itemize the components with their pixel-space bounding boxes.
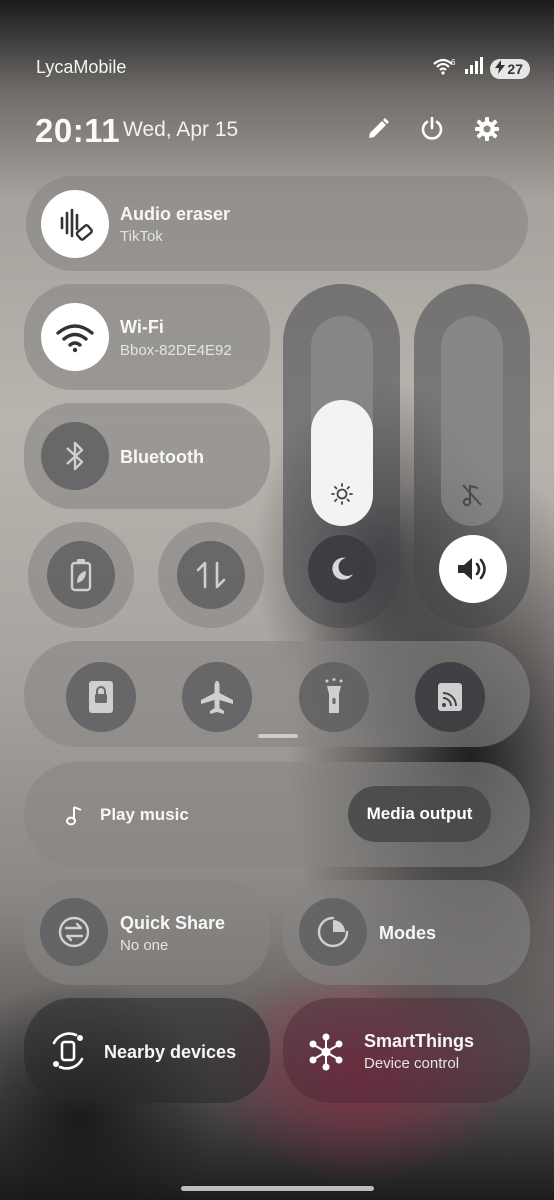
media-tile[interactable]: Play music Media output <box>24 762 530 867</box>
nearby-devices-tile[interactable]: Nearby devices <box>24 998 270 1103</box>
play-music-label: Play music <box>100 805 189 824</box>
media-output-button[interactable]: Media output <box>348 786 491 842</box>
power-icon[interactable] <box>417 114 447 144</box>
quick-toggles-row <box>24 641 530 747</box>
nearby-devices-title: Nearby devices <box>104 1042 237 1062</box>
wifi-status-icon: 6 <box>432 56 458 81</box>
smartthings-icon <box>306 1032 346 1077</box>
bluetooth-tile[interactable]: Bluetooth <box>24 403 270 509</box>
bluetooth-icon <box>41 422 109 490</box>
modes-icon <box>299 898 367 966</box>
music-note-icon <box>66 804 84 831</box>
audio-eraser-title: Audio eraser <box>120 204 231 224</box>
smartthings-title: SmartThings <box>364 1031 475 1051</box>
quick-share-icon <box>40 898 108 966</box>
audio-eraser-icon <box>41 190 109 258</box>
status-icons: 6 27 <box>432 56 530 81</box>
bluetooth-title: Bluetooth <box>120 447 204 467</box>
dark-mode-moon-icon[interactable] <box>308 535 376 603</box>
power-saving-tile[interactable] <box>28 522 134 628</box>
quick-share-subtitle: No one <box>120 937 169 954</box>
sun-icon <box>331 483 353 510</box>
mobile-data-tile[interactable] <box>158 522 264 628</box>
screen-lock-icon[interactable] <box>66 662 136 732</box>
edit-icon[interactable] <box>363 114 393 144</box>
audio-eraser-subtitle: TikTok <box>120 228 163 245</box>
carrier-name: LycaMobile <box>36 57 127 77</box>
svg-text:6: 6 <box>451 58 456 67</box>
gesture-nav-bar[interactable] <box>181 1186 374 1191</box>
flashlight-icon[interactable] <box>299 662 369 732</box>
battery-indicator: 27 <box>490 58 530 79</box>
airplane-icon[interactable] <box>182 662 252 732</box>
clock: 20:11 <box>35 112 121 149</box>
modes-tile[interactable]: Modes <box>283 880 530 985</box>
audio-eraser-tile[interactable]: Audio eraser TikTok <box>26 176 528 271</box>
signal-icon <box>464 57 484 80</box>
battery-leaf-icon <box>47 541 115 609</box>
quick-share-tile[interactable]: Quick Share No one <box>24 880 270 985</box>
wifi-tile[interactable]: Wi-Fi Bbox-82DE4E92 <box>24 284 270 390</box>
volume-slider[interactable] <box>441 316 503 526</box>
sound-mode-speaker-icon[interactable] <box>439 535 507 603</box>
modes-title: Modes <box>379 923 437 943</box>
date: Wed, Apr 15 <box>123 118 239 141</box>
charging-icon <box>495 60 506 77</box>
cast-icon[interactable] <box>415 662 485 732</box>
smartthings-subtitle: Device control <box>364 1055 460 1072</box>
settings-gear-icon[interactable] <box>472 114 502 144</box>
battery-level: 27 <box>507 60 523 77</box>
wifi-icon <box>41 303 109 371</box>
data-transfer-icon <box>177 541 245 609</box>
nearby-devices-icon <box>46 1029 90 1078</box>
smartthings-tile[interactable]: SmartThings Device control <box>283 998 530 1103</box>
wifi-title: Wi-Fi <box>120 317 164 337</box>
brightness-slider[interactable] <box>311 316 373 526</box>
panel-drag-handle[interactable] <box>258 734 298 738</box>
wifi-subtitle: Bbox-82DE4E92 <box>120 342 232 359</box>
quick-share-title: Quick Share <box>120 913 226 933</box>
muted-note-icon <box>460 482 484 513</box>
